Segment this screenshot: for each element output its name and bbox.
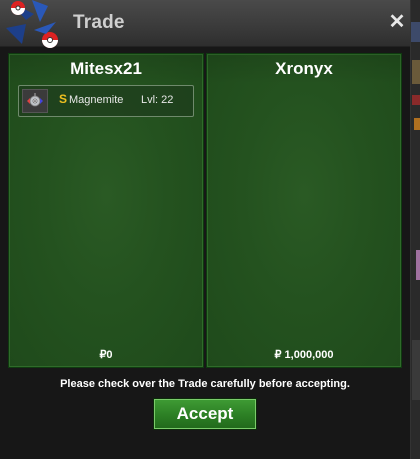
money-offer-right: ₽ 1,000,000 [274,349,334,361]
offered-pokemon-row[interactable]: S Magnemite Lvl: 22 [18,85,194,117]
money-offer-left: ₽0 [99,349,113,361]
accept-button[interactable]: Accept [154,399,256,429]
player-name-right: Xronyx [207,54,401,84]
trade-warning-text: Please check over the Trade carefully be… [60,378,350,390]
pokemon-name: Magnemite [69,94,124,106]
close-icon[interactable]: ✕ [388,12,406,32]
game-screen: Trade ✕ Mitesx21 S Magnemite Lvl: 22 ₽0 … [0,0,420,459]
player-name-left: Mitesx21 [9,54,203,84]
magnemite-sprite-drawing [27,93,43,107]
magnemite-sprite-icon [22,89,48,113]
their-offer-panel: Xronyx ₽ 1,000,000 [206,53,402,368]
background-scene [410,0,420,459]
window-title: Trade [73,12,125,33]
pokeball-logo-icon [6,0,58,48]
trade-titlebar[interactable]: Trade ✕ [0,0,410,48]
pokemon-level: Lvl: 22 [141,94,174,106]
shiny-badge: S [59,92,68,106]
my-offer-panel: Mitesx21 S Magnemite Lvl: 22 ₽0 [8,53,204,368]
trade-window: Trade ✕ Mitesx21 S Magnemite Lvl: 22 ₽0 … [0,0,411,459]
